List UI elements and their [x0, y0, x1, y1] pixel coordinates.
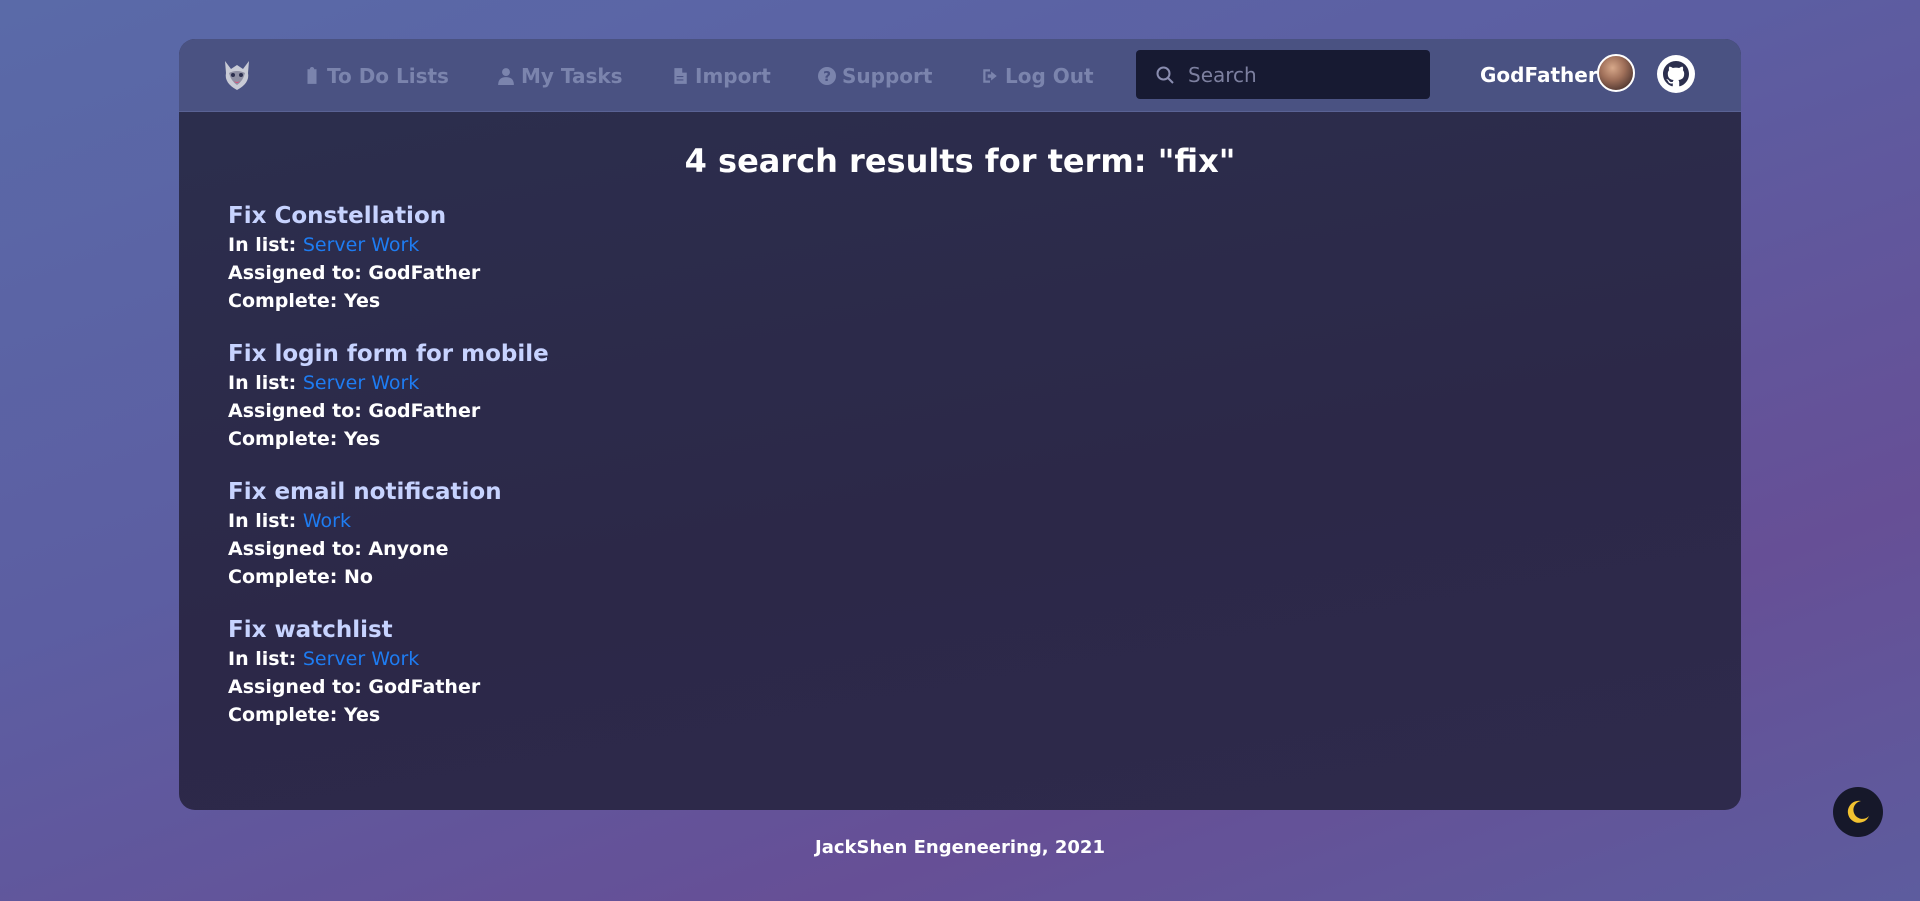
file-icon — [674, 68, 687, 84]
search-input[interactable] — [1186, 59, 1422, 91]
nav-label: Log Out — [1005, 64, 1094, 88]
result-assigned: Assigned to: GodFather — [228, 262, 481, 284]
navbar: To Do Lists My Tasks Import ? Support Lo… — [179, 39, 1741, 112]
avatar[interactable] — [1597, 54, 1635, 92]
search-result: Fix login form for mobile In list: Serve… — [228, 339, 928, 453]
main-card: To Do Lists My Tasks Import ? Support Lo… — [179, 39, 1741, 810]
result-complete: Complete: Yes — [228, 290, 381, 312]
in-list-label: In list: — [228, 510, 303, 532]
nav-to-do-lists[interactable]: To Do Lists — [303, 63, 449, 89]
result-list-link[interactable]: Server Work — [303, 234, 419, 256]
result-complete: Complete: Yes — [228, 704, 381, 726]
question-circle-icon: ? — [818, 67, 836, 85]
result-title[interactable]: Fix email notification — [228, 477, 928, 507]
result-list-line: In list: Server Work — [228, 369, 928, 397]
result-assigned: Assigned to: GodFather — [228, 676, 481, 698]
in-list-label: In list: — [228, 648, 303, 670]
in-list-label: In list: — [228, 372, 303, 394]
search-result: Fix watchlist In list: Server Work Assig… — [228, 615, 928, 729]
moon-icon — [1847, 800, 1869, 823]
search-result: Fix Constellation In list: Server Work A… — [228, 201, 928, 315]
nav-label: Support — [842, 64, 933, 88]
result-title[interactable]: Fix Constellation — [228, 201, 928, 231]
username[interactable]: GodFather — [1480, 63, 1598, 87]
result-list-line: In list: Server Work — [228, 645, 928, 673]
result-list-line: In list: Server Work — [228, 231, 928, 259]
search-icon — [1156, 66, 1174, 84]
result-assigned: Assigned to: GodFather — [228, 400, 481, 422]
result-list-link[interactable]: Server Work — [303, 372, 419, 394]
result-complete: Complete: No — [228, 566, 373, 588]
results-heading: 4 search results for term: "fix" — [684, 142, 1236, 180]
github-icon[interactable] — [1656, 54, 1696, 94]
nav-label: Import — [695, 64, 771, 88]
in-list-label: In list: — [228, 234, 303, 256]
nav-label: To Do Lists — [327, 64, 449, 88]
nav-support[interactable]: ? Support — [818, 63, 932, 89]
nav-my-tasks[interactable]: My Tasks — [497, 63, 623, 89]
sign-out-icon — [983, 69, 997, 83]
theme-toggle-button[interactable] — [1833, 787, 1883, 837]
result-assigned: Assigned to: Anyone — [228, 538, 449, 560]
result-list-link[interactable]: Work — [303, 510, 351, 532]
search-result: Fix email notification In list: Work Ass… — [228, 477, 928, 591]
result-complete: Complete: Yes — [228, 428, 381, 450]
logo-icon[interactable] — [217, 55, 257, 95]
result-list-link[interactable]: Server Work — [303, 648, 419, 670]
search-box — [1136, 50, 1430, 99]
nav-log-out[interactable]: Log Out — [981, 63, 1094, 89]
clipboard-icon — [307, 67, 317, 84]
result-list-line: In list: Work — [228, 507, 928, 535]
user-icon — [498, 68, 514, 85]
result-title[interactable]: Fix login form for mobile — [228, 339, 928, 369]
result-title[interactable]: Fix watchlist — [228, 615, 928, 645]
nav-import[interactable]: Import — [671, 63, 771, 89]
nav-label: My Tasks — [521, 64, 623, 88]
footer-text: JackShen Engeneering, 2021 — [815, 837, 1105, 858]
svg-text:?: ? — [823, 69, 831, 85]
